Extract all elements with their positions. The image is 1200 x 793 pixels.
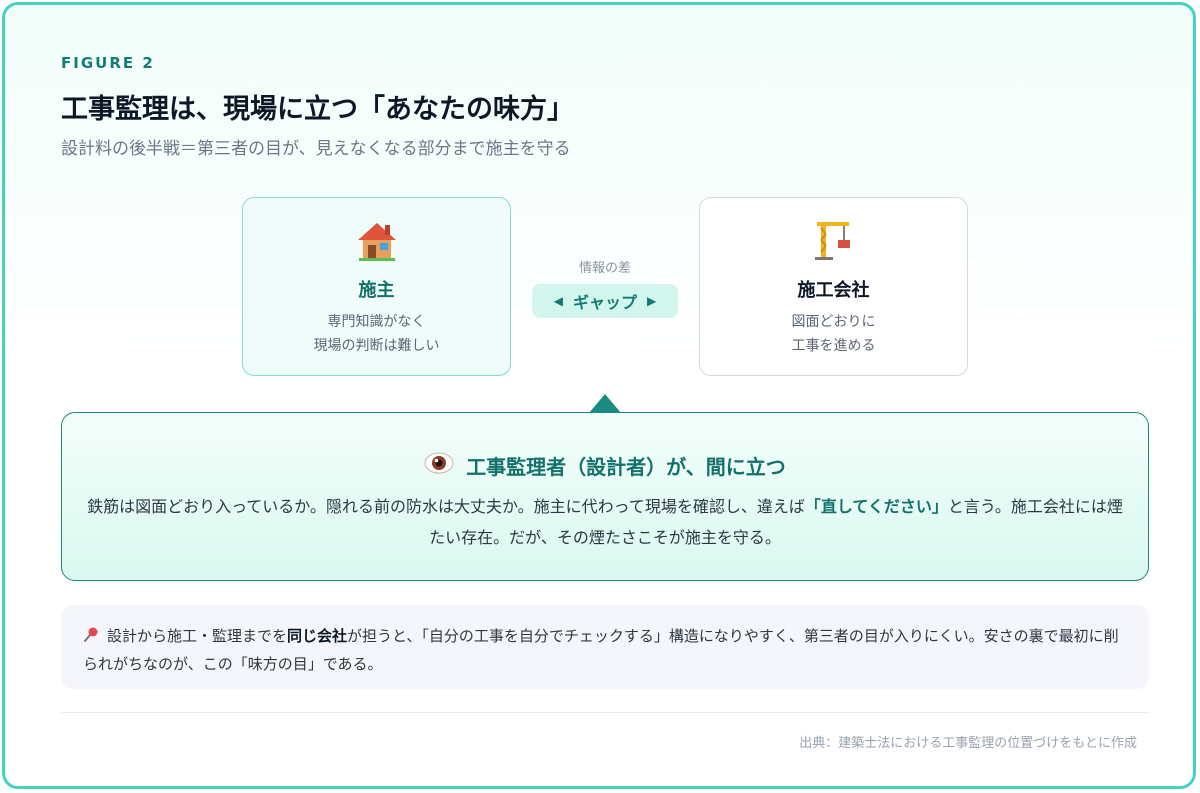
owner-card: 施主 専門知識がなく 現場の判断は難しい <box>242 197 511 376</box>
owner-desc-line: 現場の判断は難しい <box>313 338 440 354</box>
figure-title: 工事監理は、現場に立つ「あなたの味方」 <box>61 94 574 125</box>
figure-frame: FIGURE 2 工事監理は、現場に立つ「あなたの味方」 設計料の後半戦＝第三者… <box>2 2 1196 789</box>
crane-icon <box>700 218 967 262</box>
left-arrow-icon: ◀ <box>553 294 563 308</box>
builder-desc-line: 図面どおりに <box>791 314 876 330</box>
house-icon <box>243 218 510 262</box>
figure-subtitle: 設計料の後半戦＝第三者の目が、見えなくなる部分まで施主を守る <box>61 139 571 159</box>
panel-pointer-arrow <box>589 394 621 413</box>
pushpin-icon <box>83 627 107 645</box>
role-title-row: 工事監理者（設計者）が、間に立つ <box>62 451 1148 480</box>
owner-name: 施主 <box>358 280 395 301</box>
gap-caption: 情報の差 <box>578 261 631 276</box>
source-citation: 出典：建築士法における工事監理の位置づけをもとに作成 <box>799 736 1137 751</box>
note-text: 設計から施工・監理までを <box>107 627 288 645</box>
builder-description: 図面どおりに 工事を進める <box>700 310 967 358</box>
owner-description: 専門知識がなく 現場の判断は難しい <box>243 310 510 358</box>
gap-badge: ◀ ギャップ ▶ <box>532 284 678 318</box>
right-arrow-icon: ▶ <box>647 294 657 308</box>
eye-icon <box>424 452 454 479</box>
builder-name: 施工会社 <box>797 280 870 301</box>
supervisor-role-panel: 工事監理者（設計者）が、間に立つ 鉄筋は図面どおり入っているか。隠れる前の防水は… <box>61 412 1149 581</box>
role-description: 鉄筋は図面どおり入っているか。隠れる前の防水は大丈夫か。施主に代わって現場を確認… <box>82 491 1128 553</box>
builder-card: 施工会社 図面どおりに 工事を進める <box>699 197 968 376</box>
divider <box>61 712 1149 713</box>
owner-desc-line: 専門知識がなく <box>327 314 426 330</box>
role-title: 工事監理者（設計者）が、間に立つ <box>466 455 786 479</box>
note-bold: 同じ会社 <box>287 627 348 645</box>
gap-label: ギャップ <box>572 293 637 312</box>
note-box: 設計から施工・監理までを同じ会社が担うと、「自分の工事を自分でチェックする」構造… <box>61 605 1149 689</box>
figure-label: FIGURE 2 <box>61 54 155 72</box>
role-emphasis: 「直してください」 <box>804 497 948 516</box>
builder-desc-line: 工事を進める <box>791 338 876 354</box>
role-text: 鉄筋は図面どおり入っているか。隠れる前の防水は大丈夫か。施主に代わって現場を確認… <box>87 497 805 516</box>
